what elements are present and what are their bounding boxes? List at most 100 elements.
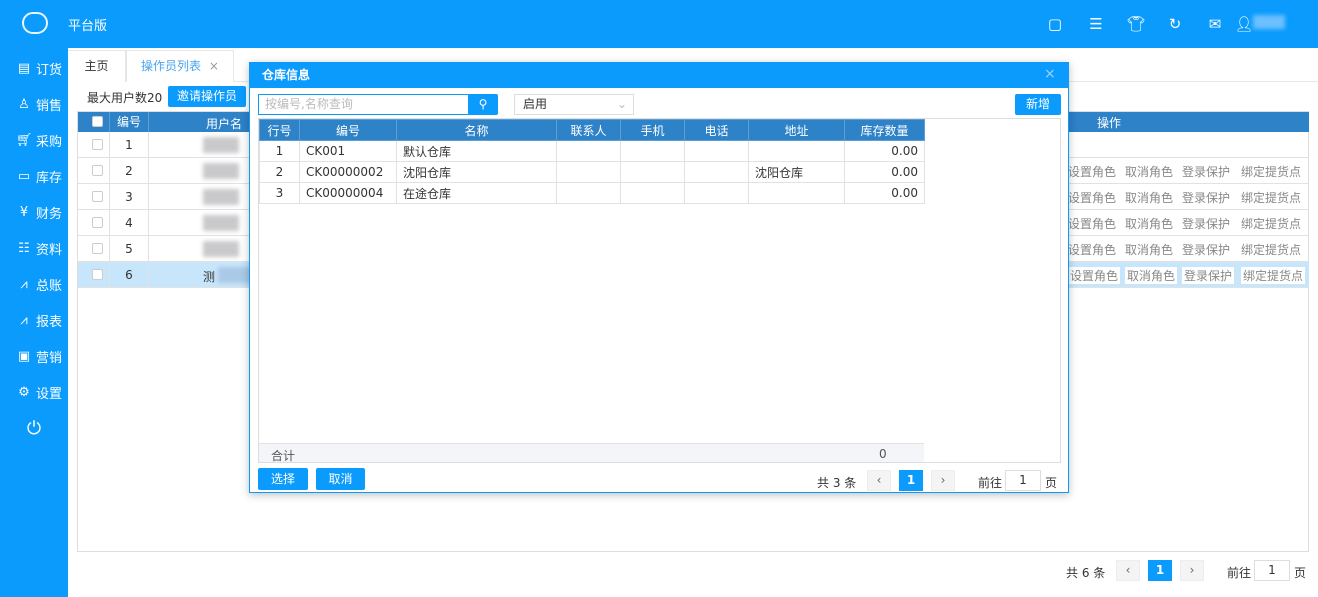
op-link-3[interactable]: 绑定提货点 [1241,215,1301,232]
warehouse-row[interactable]: 1 CK001 默认仓库 0.00 [259,140,925,162]
sidebar-item-9[interactable]: ⚙ 设置 [0,374,68,410]
mail-icon[interactable]: ✉ [1205,14,1225,34]
tab-operators[interactable]: 操作员列表 × [126,50,234,82]
select-all-checkbox[interactable] [92,116,103,127]
op-link-1[interactable]: 取消角色 [1125,189,1173,206]
main-next-page[interactable]: › [1180,560,1204,581]
op-link-2[interactable]: 登录保护 [1182,189,1230,206]
sidebar-item-2[interactable]: 🛒︎ 采购 [0,122,68,158]
op-link-2[interactable]: 登录保护 [1182,163,1230,180]
op-link-0[interactable]: 设置角色 [1068,267,1121,284]
main-prev-page[interactable]: ‹ [1116,560,1140,581]
op-link-2[interactable]: 登录保护 [1182,215,1230,232]
sidebar-item-label: 财务 [36,206,63,222]
warehouse-dialog: 仓库信息 × 按编号,名称查询 ⚲ 启用 ⌄ 新增 行号 编号 名称 联系人 手机 电话地… [249,62,1069,493]
cell: 在途仓库 [396,182,557,204]
op-link-0[interactable]: 设置角色 [1068,241,1116,258]
money-icon: ¥ [19,204,29,220]
row-checkbox[interactable] [92,243,103,254]
sidebar-item-6[interactable]: ⩘ 总账 [0,266,68,302]
op-link-2[interactable]: 登录保护 [1182,241,1230,258]
sidebar-item-label: 采购 [36,134,63,150]
search-button[interactable]: ⚲ [468,94,498,115]
username-blurred [203,215,239,231]
header-username: 用户名 [206,117,243,131]
op-link-1[interactable]: 取消角色 [1125,163,1173,180]
cell [684,161,749,183]
op-link-3[interactable]: 绑定提货点 [1241,189,1301,206]
main-pager-total: 共 6 条 [1066,566,1106,580]
cell: CK001 [299,140,397,162]
refresh-icon[interactable]: ↻ [1165,14,1185,34]
username-blurred[interactable] [1253,15,1285,29]
cell: 3 [259,182,300,204]
status-select[interactable]: 启用 ⌄ [514,94,634,115]
column-header: 名称 [396,119,557,141]
row-checkbox[interactable] [92,139,103,150]
monitor-icon: ▣ [17,348,31,364]
dialog-pager-total: 共 3 条 [817,476,857,490]
row-checkbox[interactable] [92,217,103,228]
op-link-0[interactable]: 设置角色 [1068,189,1116,206]
op-link-0[interactable]: 设置角色 [1068,163,1116,180]
username-blurred [203,189,239,205]
total-row: 合计 0 [259,443,924,463]
column-header: 电话 [684,119,749,141]
tab-home[interactable]: 主页 [68,50,126,82]
sidebar-item-label: 报表 [36,314,63,330]
user-icon[interactable]: 👤︎ [1234,14,1254,34]
column-header: 联系人 [556,119,621,141]
row-checkbox[interactable] [92,269,103,280]
op-link-0[interactable]: 设置角色 [1068,215,1116,232]
cancel-button[interactable]: 取消 [316,468,365,490]
warehouse-row[interactable]: 2 CK00000002 沈阳仓库 沈阳仓库 0.00 [259,161,925,183]
search-input[interactable]: 按编号,名称查询 [258,94,469,115]
power-icon[interactable]: ⏻ [0,410,68,446]
sidebar-item-8[interactable]: ▣ 营销 [0,338,68,374]
close-icon[interactable]: × [1044,66,1056,82]
dialog-goto-input[interactable]: 1 [1005,470,1041,491]
op-link-3[interactable]: 绑定提货点 [1241,241,1301,258]
total-label: 合计 [271,449,296,463]
cell: 沈阳仓库 [748,161,845,183]
shirt-icon[interactable]: 👕︎ [1126,14,1146,34]
sidebar-item-label: 库存 [36,170,63,186]
sidebar-item-5[interactable]: ☷ 资料 [0,230,68,266]
sidebar-item-label: 资料 [36,242,63,258]
row-checkbox[interactable] [92,165,103,176]
sidebar-item-0[interactable]: ▤ 订货 [0,50,68,86]
op-link-1[interactable]: 取消角色 [1125,267,1178,284]
sidebar-item-1[interactable]: ♙ 销售 [0,86,68,122]
op-link-1[interactable]: 取消角色 [1125,241,1173,258]
total-value: 0 [879,447,887,461]
dialog-prev-page[interactable]: ‹ [867,470,891,491]
cell [620,182,685,204]
op-link-3[interactable]: 绑定提货点 [1241,163,1301,180]
sidebar-item-7[interactable]: ⩘ 报表 [0,302,68,338]
close-icon[interactable]: × [209,59,219,73]
menu-icon[interactable]: ☰ [1086,14,1106,34]
op-link-1[interactable]: 取消角色 [1125,215,1173,232]
op-link-3[interactable]: 绑定提货点 [1241,267,1306,284]
select-button[interactable]: 选择 [258,468,308,490]
add-button[interactable]: 新增 [1015,94,1061,115]
app-title: 平台版 [68,19,108,34]
username-blurred [203,241,239,257]
dialog-next-page[interactable]: › [931,470,955,491]
invite-operator-button[interactable]: 邀请操作员 [168,86,246,107]
warehouse-row[interactable]: 3 CK00000004 在途仓库 0.00 [259,182,925,204]
dialog-goto-label: 前往 [978,476,1003,490]
main-page-1[interactable]: 1 [1148,560,1172,581]
cell [620,161,685,183]
op-link-2[interactable]: 登录保护 [1182,267,1235,284]
main-page-unit: 页 [1294,566,1307,580]
sidebar-item-3[interactable]: ▭ 库存 [0,158,68,194]
clipboard-icon: ▤ [17,60,31,76]
row-checkbox[interactable] [92,191,103,202]
dialog-page-1[interactable]: 1 [899,470,923,491]
max-users-label: 最大用户数20 [87,91,163,105]
main-goto-input[interactable]: 1 [1254,560,1290,581]
screen-icon[interactable]: ▢ [1045,14,1065,34]
dialog-page-unit: 页 [1045,476,1058,490]
sidebar-item-4[interactable]: ¥ 财务 [0,194,68,230]
